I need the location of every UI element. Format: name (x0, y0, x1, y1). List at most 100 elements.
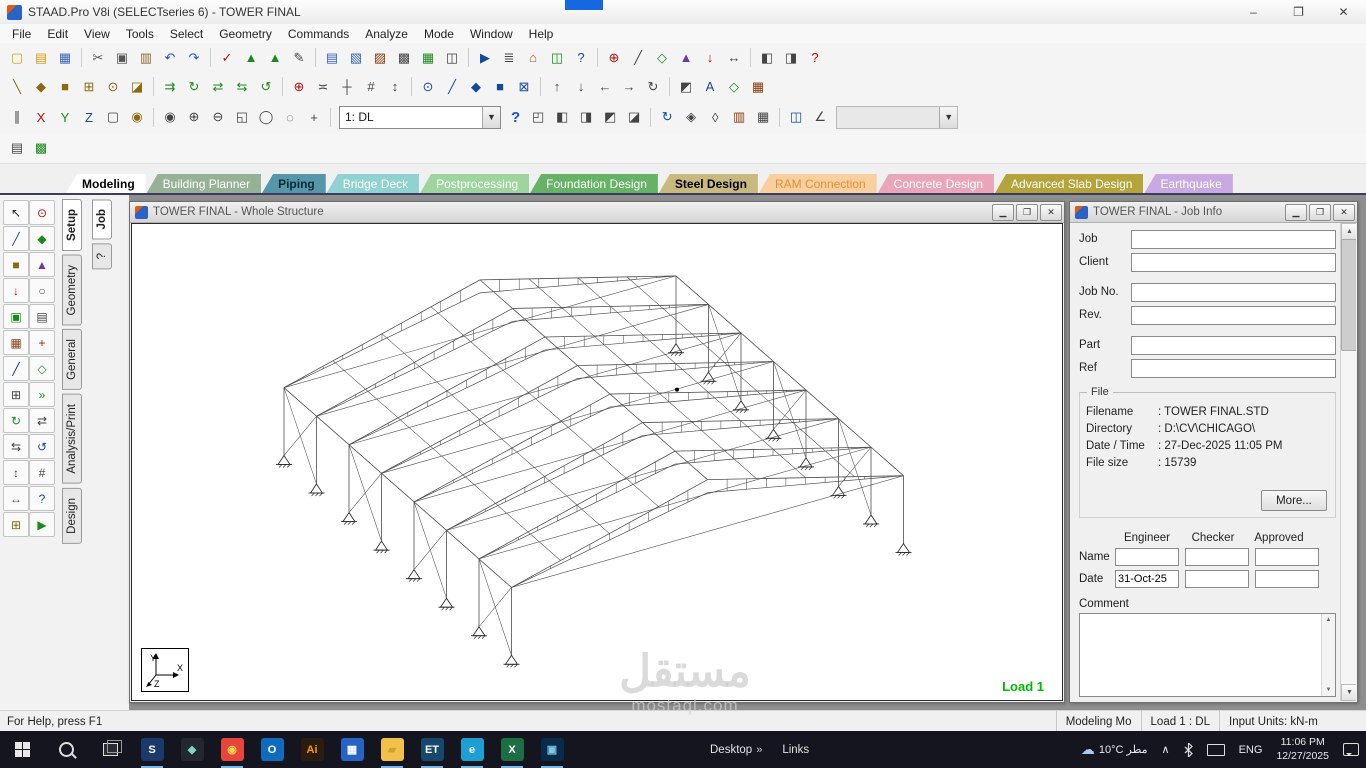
minimize-button[interactable]: – (1231, 0, 1276, 24)
select-plates-icon[interactable]: ◆ (464, 75, 488, 98)
restore-icon[interactable]: ❐ (1309, 203, 1331, 221)
plate-grid-icon[interactable]: ◆ (29, 75, 53, 98)
task-view-button[interactable] (88, 731, 132, 768)
display-options-icon[interactable]: ◩ (674, 75, 698, 98)
view-side-icon[interactable]: ◨ (574, 106, 598, 129)
sidebar-tab-geometry[interactable]: Geometry (62, 254, 82, 326)
mode-tab-ram-connection[interactable]: RAM Connection (758, 174, 877, 193)
shrink-members-icon[interactable]: ◊ (703, 106, 727, 129)
cut-icon[interactable]: ✂ (86, 46, 110, 69)
taskbar-app-edge[interactable]: e (452, 731, 492, 768)
engineer-date-field[interactable] (1115, 570, 1179, 588)
minimize-icon[interactable]: ▁ (1285, 203, 1307, 221)
translational-repeat-icon[interactable]: » (29, 382, 55, 407)
menu-geometry[interactable]: Geometry (211, 25, 280, 43)
add-node-icon[interactable]: + (29, 330, 55, 355)
circular-repeat-icon[interactable]: ↻ (3, 408, 29, 433)
close-button[interactable]: ✕ (1321, 0, 1366, 24)
add-beam-icon[interactable]: ╱ (626, 46, 650, 69)
structure-diagrams-icon[interactable]: ◇ (722, 75, 746, 98)
plate-cursor-icon[interactable]: ◆ (29, 226, 55, 251)
run-analysis-icon[interactable]: ▶ (473, 46, 497, 69)
split-beam-icon[interactable]: ┼ (335, 75, 359, 98)
labels-toggle-icon[interactable]: A (698, 75, 722, 98)
section-view-icon[interactable]: ▥ (727, 106, 751, 129)
view-top-icon[interactable]: ◩ (598, 106, 622, 129)
stretch-tool-icon[interactable]: ↕ (3, 460, 29, 485)
dimension-tool-icon[interactable]: ↔ (722, 46, 746, 69)
menu-tools[interactable]: Tools (118, 25, 162, 43)
chevron-icon[interactable]: » (752, 744, 766, 756)
close-icon[interactable]: ✕ (1040, 203, 1062, 221)
notification-center-button[interactable] (1336, 731, 1366, 768)
screen-capture-icon[interactable]: ◫ (440, 46, 464, 69)
sidebar-tab-job[interactable]: Job (92, 199, 112, 240)
material-cursor-icon[interactable]: ▦ (3, 330, 29, 355)
zoom-out-icon[interactable]: ⊖ (206, 106, 230, 129)
perspective-view-icon[interactable]: ◈ (679, 106, 703, 129)
print-preview-icon[interactable]: ▧ (344, 46, 368, 69)
view-management-icon[interactable]: ◧ (755, 46, 779, 69)
circular-repeat-icon[interactable]: ↻ (182, 75, 206, 98)
mirror-tool-icon[interactable]: ⇆ (3, 434, 29, 459)
rev--field[interactable] (1131, 305, 1336, 325)
taskbar-app-photoshop[interactable]: ▣ (532, 731, 572, 768)
mode-tab-postprocessing[interactable]: Postprocessing (420, 174, 530, 193)
taskbar-app-app-dark[interactable]: ◆ (172, 731, 212, 768)
node-grid-icon[interactable]: ⊞ (77, 75, 101, 98)
calculator-tool-icon[interactable]: ⊞ (3, 512, 29, 537)
renumber-icon[interactable]: # (359, 75, 383, 98)
select-x-axis-icon[interactable]: X (29, 106, 53, 129)
spin-view-icon[interactable]: ↻ (641, 75, 665, 98)
save-view-icon[interactable]: ◨ (779, 46, 803, 69)
zoom-previous-icon[interactable]: ◌ (278, 106, 302, 129)
rotate-entities-icon[interactable]: ↺ (254, 75, 278, 98)
pan-icon[interactable]: + (302, 106, 326, 129)
spec-cursor-icon[interactable]: ▤ (29, 304, 55, 329)
client-field[interactable] (1131, 252, 1336, 272)
load-tool-icon[interactable]: ↓ (698, 46, 722, 69)
structure-wizard-icon[interactable]: ⌂ (521, 46, 545, 69)
start-button[interactable] (0, 731, 44, 768)
mode-tab-earthquake[interactable]: Earthquake (1144, 174, 1233, 193)
beam-cursor-icon[interactable]: ╱ (3, 226, 29, 251)
select-beams-icon[interactable]: ╱ (440, 75, 464, 98)
bluetooth-indicator[interactable] (1177, 731, 1200, 768)
clock[interactable]: 11:06 PM 12/27/2025 (1269, 731, 1336, 768)
stretch-beam-icon[interactable]: ↕ (383, 75, 407, 98)
scroll-down-icon[interactable]: ▼ (1322, 684, 1335, 696)
taskbar-app-illustrator[interactable]: Ai (292, 731, 332, 768)
menu-analyze[interactable]: Analyze (357, 25, 416, 43)
solid-grid-icon[interactable]: ■ (53, 75, 77, 98)
job-info-titlebar[interactable]: TOWER FINAL - Job Info ▁ ❐ ✕ (1070, 202, 1357, 223)
insert-node-tool-icon[interactable]: ⊕ (287, 75, 311, 98)
sidebar-tab-analysis-print[interactable]: Analysis/Print (62, 394, 82, 485)
move-entities-icon[interactable]: ⇄ (206, 75, 230, 98)
rotate-up-icon[interactable]: ↑ (545, 75, 569, 98)
insert-node-icon[interactable]: ⊕ (602, 46, 626, 69)
menu-window[interactable]: Window (462, 25, 521, 43)
approved-name-field[interactable] (1255, 548, 1319, 566)
checker-date-field[interactable] (1185, 570, 1249, 588)
highlight-mode-icon[interactable]: ◉ (125, 106, 149, 129)
menu-help[interactable]: Help (521, 25, 562, 43)
open-editor-icon[interactable]: ▩ (29, 137, 53, 160)
job-field[interactable] (1131, 229, 1336, 249)
save-file-icon[interactable]: ▦ (53, 46, 77, 69)
run-analysis-tool-icon[interactable]: ▶ (29, 512, 55, 537)
cut-section-icon[interactable]: ◫ (784, 106, 808, 129)
new-file-icon[interactable]: ▢ (5, 46, 29, 69)
part-field[interactable] (1131, 335, 1336, 355)
property-cursor-icon[interactable]: ▣ (3, 304, 29, 329)
scroll-up-icon[interactable]: ▲ (1322, 614, 1335, 626)
taskbar-app-chrome[interactable]: ◉ (212, 731, 252, 768)
comment-scrollbar[interactable]: ▲ ▼ (1321, 614, 1335, 696)
zoom-window-icon[interactable]: ◱ (230, 106, 254, 129)
language-indicator[interactable]: ENG (1232, 731, 1270, 768)
select-window-icon[interactable]: ▢ (101, 106, 125, 129)
move-tool-icon[interactable]: ⇄ (29, 408, 55, 433)
menu-commands[interactable]: Commands (280, 25, 357, 43)
redo-icon[interactable]: ↷ (182, 46, 206, 69)
snap-node-plate-icon[interactable]: ◪ (125, 75, 149, 98)
help-icon[interactable]: ? (511, 109, 520, 126)
